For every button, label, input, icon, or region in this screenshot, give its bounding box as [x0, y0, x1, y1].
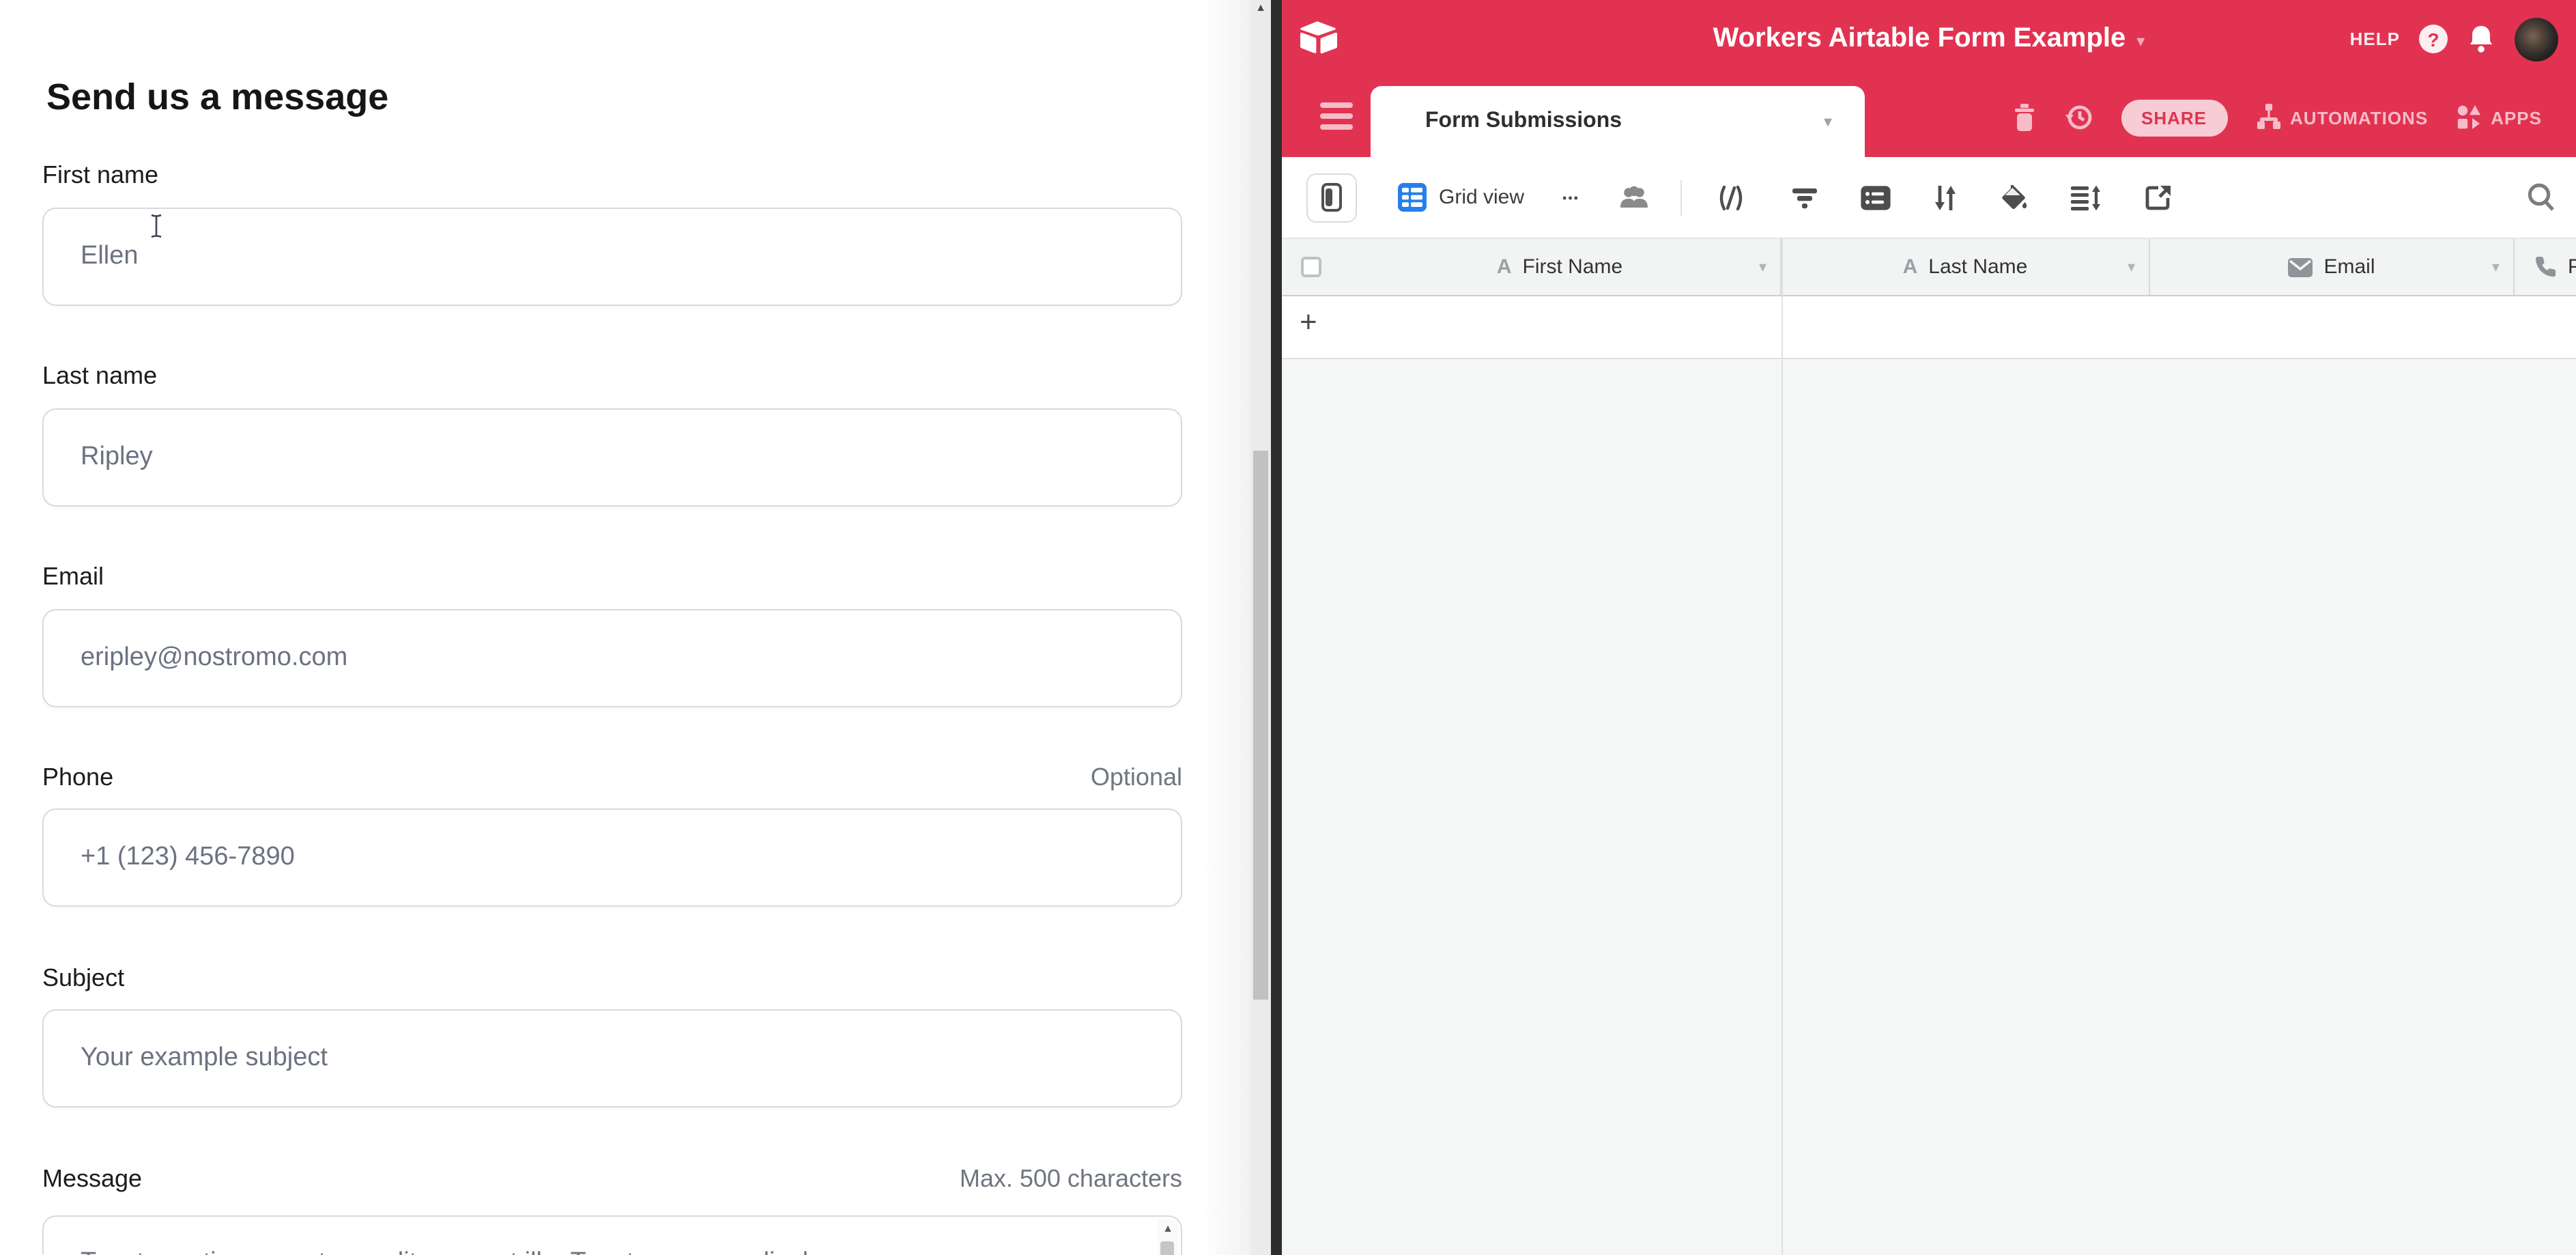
email-input[interactable]	[42, 609, 1182, 707]
column-name: Phone	[2568, 255, 2576, 279]
bell-icon[interactable]	[2467, 23, 2495, 55]
grid-empty-area	[1282, 361, 2576, 1255]
first-name-label: First name	[42, 161, 158, 190]
primary-column-divider	[1781, 239, 1783, 1255]
view-switcher[interactable]: Grid view	[1398, 183, 1524, 212]
toolbar-divider	[1680, 180, 1682, 215]
share-view-icon[interactable]	[2143, 182, 2173, 212]
topbar-right-cluster: HELP ?	[2350, 0, 2558, 78]
message-group: Message Max. 500 characters Tenetur opti…	[42, 1165, 1182, 1198]
phone-group: Phone Optional	[42, 763, 1182, 796]
apps-label: APPS	[2491, 107, 2542, 128]
form-title: Send us a message	[46, 76, 388, 119]
text-cursor-icon	[149, 213, 164, 239]
email-field-type-icon	[2288, 257, 2313, 277]
help-circle-icon[interactable]: ?	[2419, 25, 2448, 53]
grid-view-icon	[1398, 183, 1427, 212]
grid-header-row: A First Name ▾ A Last Name ▾ Email ▾	[1282, 239, 2576, 296]
page-edge-shade	[1201, 0, 1250, 1255]
first-name-group: First name	[42, 161, 1182, 194]
column-caret-icon[interactable]: ▾	[1759, 258, 1766, 276]
message-scrollbar-thumb[interactable]	[1160, 1241, 1174, 1255]
view-options-ellipsis-icon[interactable]: •••	[1562, 191, 1579, 204]
email-label: Email	[42, 563, 104, 591]
sort-icon[interactable]	[1933, 182, 1958, 212]
message-scrollbar[interactable]: ▲	[1158, 1219, 1178, 1255]
column-caret-icon[interactable]: ▾	[2492, 258, 2500, 276]
email-group: Email	[42, 563, 1182, 595]
select-all-checkbox[interactable]	[1301, 257, 1321, 277]
color-icon[interactable]	[1999, 182, 2029, 212]
phone-input[interactable]	[42, 808, 1182, 907]
page-scrollbar[interactable]: ▲	[1250, 0, 1271, 1255]
apps-icon	[2455, 104, 2482, 131]
view-sidebar-toggle-button[interactable]	[1306, 173, 1357, 222]
last-name-input[interactable]	[42, 408, 1182, 507]
sidebar-toggle-icon	[1321, 183, 1342, 212]
text-field-type-icon: A	[1903, 255, 1918, 279]
automations-icon	[2255, 102, 2282, 132]
message-text: Tenetur optio quaerat expedita vero et i…	[44, 1217, 1181, 1255]
phone-label: Phone	[42, 763, 113, 792]
select-all-cell[interactable]	[1282, 239, 1339, 295]
row-height-icon[interactable]	[2070, 184, 2102, 211]
group-icon[interactable]	[1859, 184, 1892, 211]
column-header-email[interactable]: Email ▾	[2150, 239, 2515, 295]
subject-input[interactable]	[42, 1009, 1182, 1108]
menu-icon[interactable]	[1320, 102, 1353, 130]
add-record-plus-icon[interactable]: +	[1300, 305, 1317, 340]
filter-icon[interactable]	[1791, 185, 1818, 210]
airtable-pane: Workers Airtable Form Example ▾ HELP ? F…	[1282, 0, 2576, 1255]
last-name-label: Last name	[42, 362, 157, 391]
column-header-first-name[interactable]: A First Name ▾	[1339, 239, 1781, 295]
column-header-phone[interactable]: Phone	[2515, 239, 2576, 295]
text-field-type-icon: A	[1497, 255, 1512, 279]
base-title-caret-icon[interactable]: ▾	[2136, 31, 2145, 51]
tablebar-right-cluster: SHARE AUTOMATIONS APPS	[2012, 78, 2542, 157]
hide-fields-icon[interactable]	[1715, 182, 1747, 212]
airtable-topbar: Workers Airtable Form Example ▾ HELP ?	[1282, 0, 2576, 78]
trash-icon[interactable]	[2012, 102, 2036, 132]
table-tab-caret-icon[interactable]: ▾	[1824, 112, 1832, 131]
table-tab-form-submissions[interactable]: Form Submissions ▾	[1371, 86, 1865, 157]
subject-group: Subject	[42, 964, 1182, 997]
user-avatar[interactable]	[2515, 17, 2558, 61]
message-label: Message	[42, 1165, 142, 1194]
first-name-input[interactable]	[42, 208, 1182, 306]
help-button[interactable]: HELP	[2350, 29, 2400, 49]
collaborators-icon[interactable]	[1618, 184, 1650, 211]
subject-label: Subject	[42, 964, 124, 993]
add-record-row[interactable]: +	[1282, 296, 2576, 359]
table-tab-label: Form Submissions	[1425, 109, 1824, 134]
page-scrollbar-thumb[interactable]	[1253, 451, 1268, 1000]
history-icon[interactable]	[2063, 102, 2093, 132]
automations-button[interactable]: AUTOMATIONS	[2255, 102, 2428, 132]
base-title[interactable]: Workers Airtable Form Example	[1713, 23, 2126, 55]
window-divider	[1271, 0, 1282, 1255]
column-caret-icon[interactable]: ▾	[2128, 258, 2135, 276]
view-toolbar: Grid view •••	[1282, 157, 2576, 239]
page-scroll-up-icon[interactable]: ▲	[1250, 0, 1271, 16]
airtable-tablebar: Form Submissions ▾ SHARE AUTOMATIONS	[1282, 78, 2576, 157]
scroll-up-icon[interactable]: ▲	[1158, 1222, 1178, 1235]
column-name: Email	[2323, 255, 2375, 279]
message-maxchars-hint: Max. 500 characters	[960, 1165, 1182, 1194]
search-icon[interactable]	[2525, 182, 2557, 213]
phone-field-type-icon	[2534, 255, 2557, 279]
view-name: Grid view	[1439, 186, 1524, 209]
column-name: Last Name	[1928, 255, 2027, 279]
screen: Send us a message First name Last name E…	[0, 0, 2576, 1255]
automations-label: AUTOMATIONS	[2290, 107, 2428, 128]
apps-button[interactable]: APPS	[2455, 104, 2542, 131]
share-button[interactable]: SHARE	[2121, 99, 2227, 136]
contact-form-pane: Send us a message First name Last name E…	[0, 0, 1271, 1255]
last-name-group: Last name	[42, 362, 1182, 395]
message-textarea[interactable]: Tenetur optio quaerat expedita vero et i…	[42, 1215, 1182, 1255]
column-header-last-name[interactable]: A Last Name ▾	[1781, 239, 2150, 295]
phone-optional-hint: Optional	[1091, 763, 1182, 792]
column-name: First Name	[1523, 255, 1623, 279]
